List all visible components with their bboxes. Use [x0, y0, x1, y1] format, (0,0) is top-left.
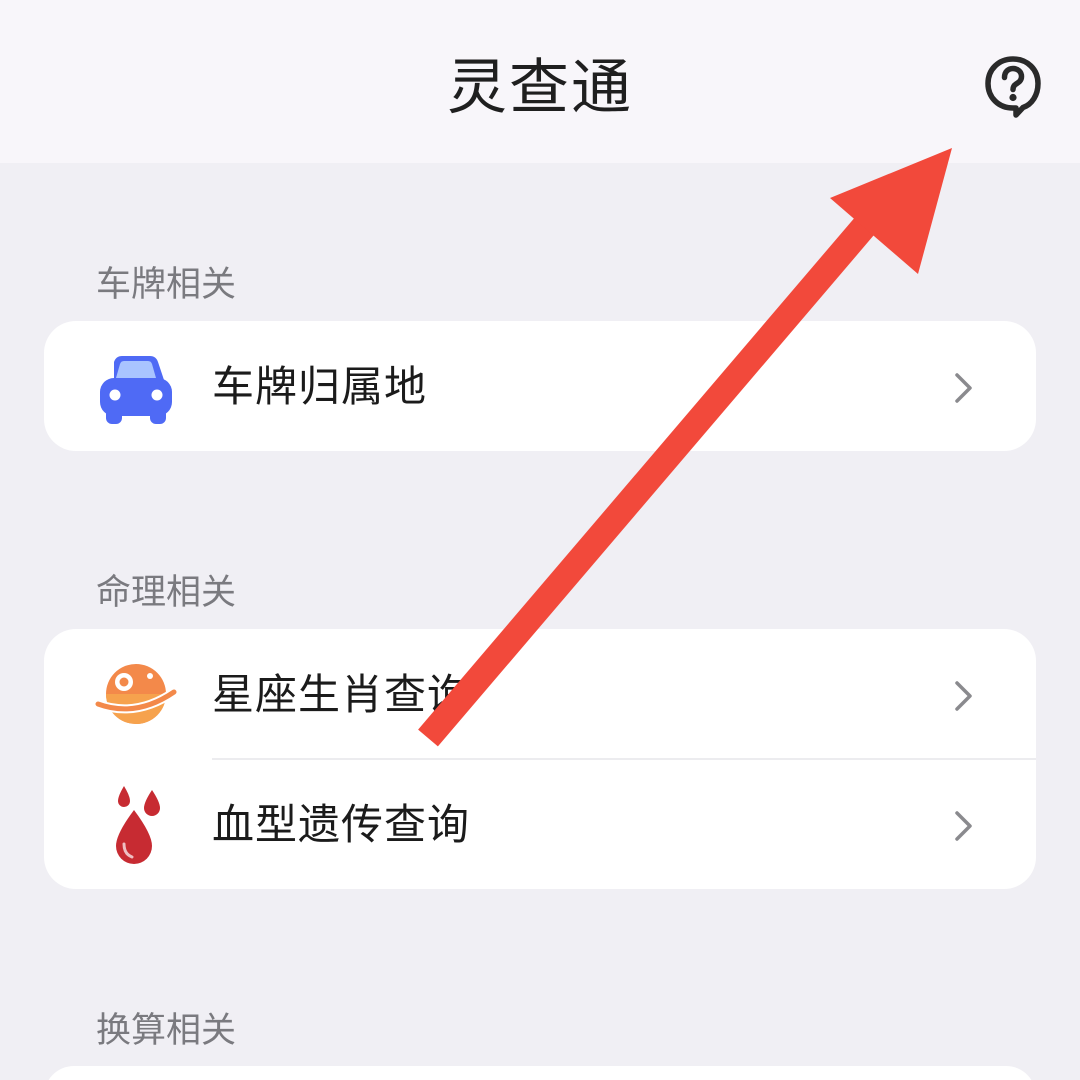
- car-icon: [100, 356, 172, 424]
- section-title-fortune: 命理相关: [96, 573, 237, 613]
- section-title-conversion: 换算相关: [96, 1011, 237, 1051]
- item-label: 血型遗传查询: [212, 800, 471, 849]
- planet-icon: [94, 664, 178, 724]
- card-conversion: [44, 1066, 1036, 1080]
- blood-drop-icon: [116, 786, 160, 864]
- list-item-blood-type[interactable]: 血型遗传查询: [44, 759, 1036, 889]
- chevron-right-icon: [955, 681, 972, 711]
- card-fortune: 星座生肖查询 血型遗传查询: [44, 629, 1036, 889]
- page-title: 灵查通: [447, 53, 633, 123]
- section-title-plate: 车牌相关: [96, 265, 237, 305]
- chevron-right-icon: [955, 373, 972, 403]
- item-label: 星座生肖查询: [212, 670, 471, 719]
- card-plate: 车牌归属地: [44, 321, 1036, 451]
- list-item-plate-location[interactable]: 车牌归属地: [44, 321, 1036, 451]
- list-item-zodiac[interactable]: 星座生肖查询: [44, 629, 1036, 759]
- app-screen: 灵查通 车牌相关 车牌归属地 命理相关 星座生肖查询 血型遗传查询 换算相关: [0, 0, 1080, 1080]
- item-label: 车牌归属地: [212, 362, 428, 411]
- help-bubble-icon: [985, 56, 1041, 118]
- top-bar: 灵查通: [0, 0, 1080, 163]
- help-button[interactable]: [982, 54, 1044, 120]
- chevron-right-icon: [955, 811, 972, 841]
